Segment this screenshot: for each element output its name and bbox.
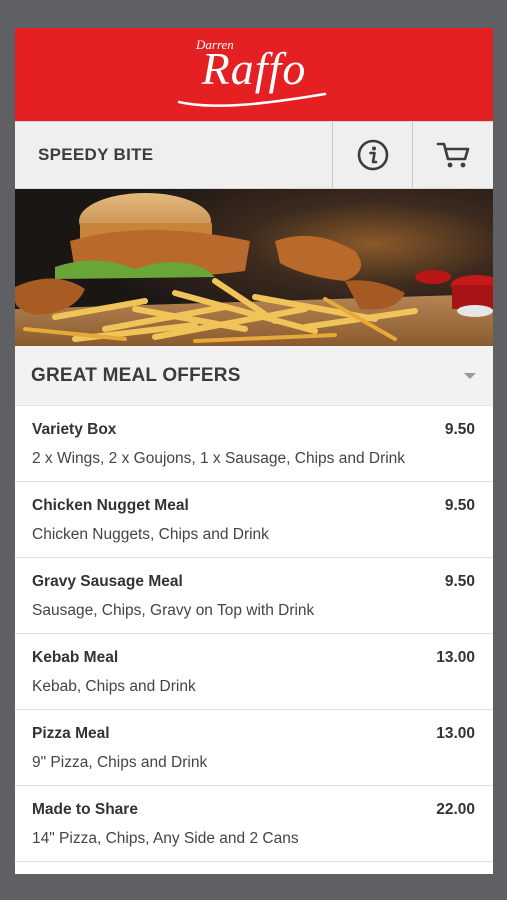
menu-item[interactable]: Gravy Sausage Meal 9.50 Sausage, Chips, … (15, 558, 493, 634)
app-screen: Darren Raffo SPEEDY BITE GREAT MEAL OFFE… (15, 28, 493, 874)
menu-item[interactable]: Kebab Meal 13.00 Kebab, Chips and Drink (15, 634, 493, 710)
menu-item[interactable]: Variety Box 9.50 2 x Wings, 2 x Goujons,… (15, 406, 493, 482)
info-button[interactable] (332, 122, 412, 188)
item-price: 13.00 (436, 725, 475, 742)
nav-bar: SPEEDY BITE (15, 121, 493, 189)
menu-item[interactable]: Pizza Meal 13.00 9" Pizza, Chips and Dri… (15, 710, 493, 786)
item-description: 9" Pizza, Chips and Drink (32, 754, 208, 771)
section-header-great-meal-offers[interactable]: GREAT MEAL OFFERS (15, 346, 493, 405)
store-title: SPEEDY BITE (38, 145, 154, 164)
item-description: 14" Pizza, Chips, Any Side and 2 Cans (32, 830, 299, 847)
item-price: 9.50 (444, 421, 475, 438)
cart-button[interactable] (412, 122, 493, 188)
item-name: Pizza Meal (32, 725, 110, 742)
menu-list: Variety Box 9.50 2 x Wings, 2 x Goujons,… (15, 405, 493, 862)
item-price: 9.50 (444, 497, 475, 514)
food-photo (15, 189, 493, 346)
item-name: Gravy Sausage Meal (32, 573, 183, 590)
cart-icon (436, 142, 470, 168)
item-price: 9.50 (444, 573, 475, 590)
item-name: Variety Box (32, 421, 117, 438)
info-icon (357, 139, 388, 171)
menu-item[interactable]: Made to Share 22.00 14" Pizza, Chips, An… (15, 786, 493, 862)
item-price: 13.00 (436, 649, 475, 666)
item-price: 22.00 (436, 801, 475, 818)
item-name: Chicken Nugget Meal (32, 497, 189, 514)
hero-food-image (15, 189, 493, 346)
brand-header: Darren Raffo (15, 28, 493, 121)
brand-logo: Raffo (201, 43, 307, 94)
item-name: Made to Share (32, 801, 138, 818)
item-description: Sausage, Chips, Gravy on Top with Drink (32, 602, 315, 619)
item-name: Kebab Meal (32, 649, 119, 666)
item-description: Kebab, Chips and Drink (32, 678, 196, 695)
caret-down-icon (464, 372, 476, 379)
section-title: GREAT MEAL OFFERS (31, 364, 241, 386)
menu-item[interactable]: Chicken Nugget Meal 9.50 Chicken Nuggets… (15, 482, 493, 558)
item-description: Chicken Nuggets, Chips and Drink (32, 526, 269, 543)
item-description: 2 x Wings, 2 x Goujons, 1 x Sausage, Chi… (32, 450, 406, 467)
